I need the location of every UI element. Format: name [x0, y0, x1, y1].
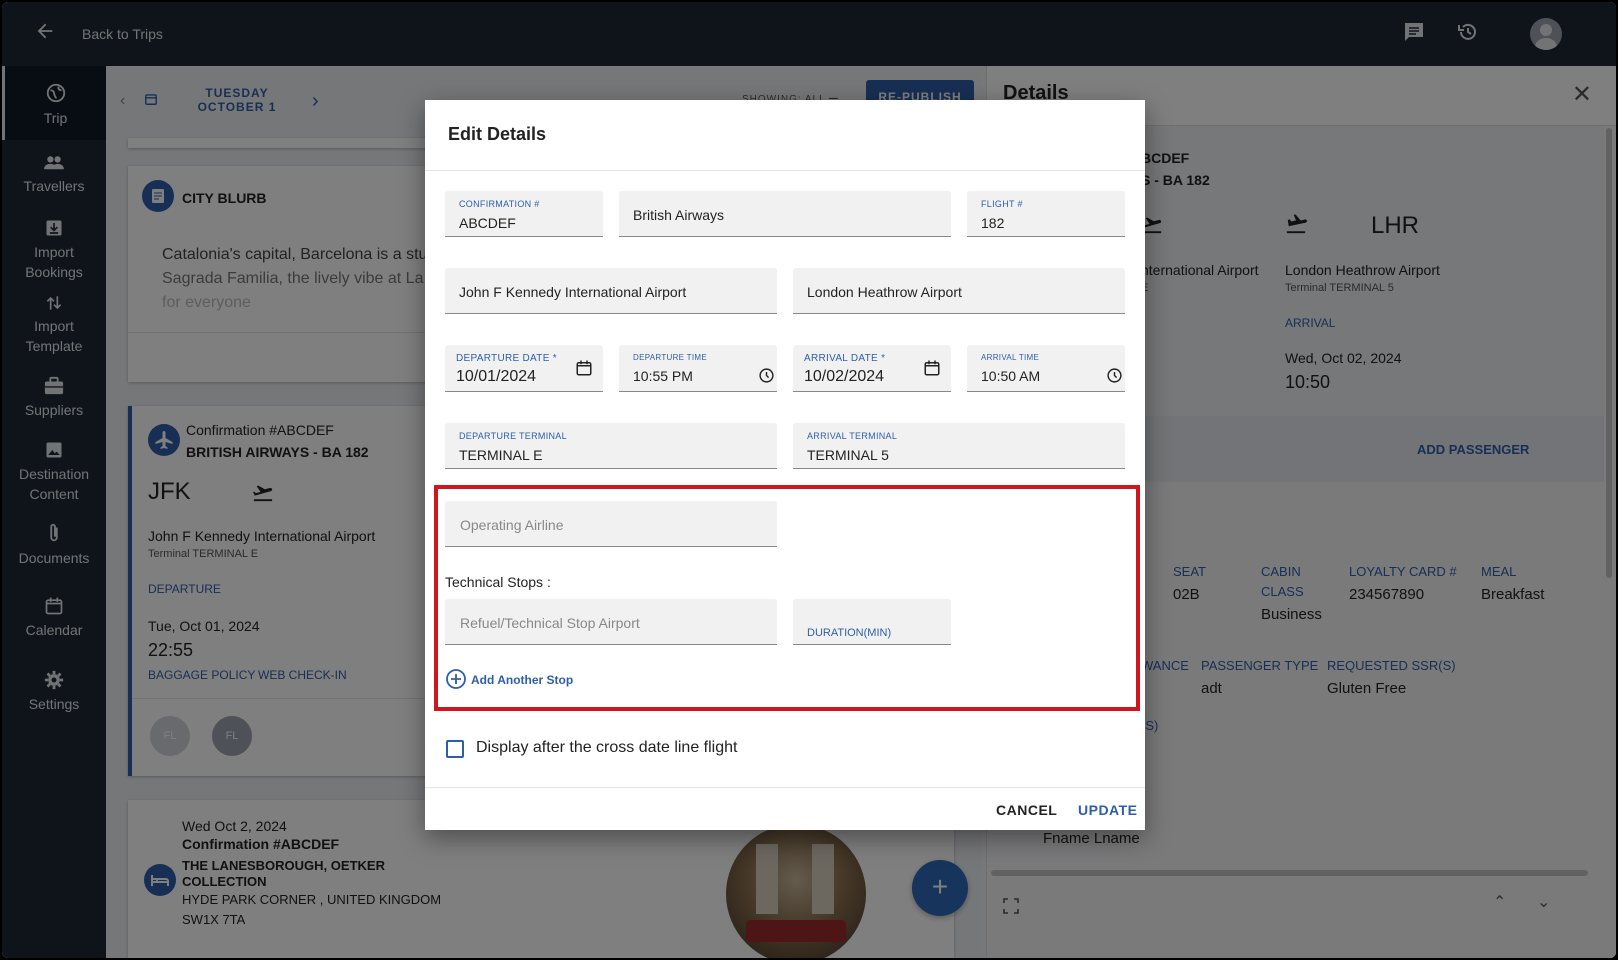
- departure-terminal-field[interactable]: DEPARTURE TERMINAL TERMINAL E: [445, 423, 777, 469]
- field-placeholder: Operating Airline: [460, 517, 564, 533]
- cross-date-line-label[interactable]: Display after the cross date line flight: [476, 739, 737, 757]
- field-placeholder: Refuel/Technical Stop Airport: [460, 615, 640, 631]
- field-label: DEPARTURE TERMINAL: [459, 431, 567, 441]
- field-label: ARRIVAL TIME: [981, 353, 1040, 362]
- field-value: 10:50 AM: [981, 368, 1041, 384]
- divider: [425, 170, 1145, 171]
- clock-icon[interactable]: [1106, 367, 1123, 384]
- arrival-time-field[interactable]: ARRIVAL TIME 10:50 AM: [967, 345, 1125, 392]
- update-button[interactable]: UPDATE: [1078, 802, 1138, 818]
- departure-time-field[interactable]: DEPARTURE TIME 10:55 PM: [619, 345, 777, 392]
- arrival-terminal-field[interactable]: ARRIVAL TERMINAL TERMINAL 5: [793, 423, 1125, 469]
- arrival-airport-field[interactable]: London Heathrow Airport: [793, 268, 1125, 314]
- technical-stops-label: Technical Stops :: [445, 574, 551, 590]
- field-value: TERMINAL E: [459, 447, 543, 463]
- field-value: British Airways: [633, 207, 725, 223]
- cancel-button[interactable]: CANCEL: [996, 802, 1057, 818]
- stop-airport-field[interactable]: Refuel/Technical Stop Airport: [445, 599, 777, 645]
- field-label: FLIGHT #: [981, 199, 1023, 209]
- arrival-date-field[interactable]: ARRIVAL DATE * 10/02/2024: [793, 345, 951, 392]
- stop-duration-field[interactable]: DURATION(MIN): [793, 599, 951, 645]
- field-value: London Heathrow Airport: [807, 284, 962, 300]
- dialog-title: Edit Details: [448, 124, 547, 144]
- operating-airline-field[interactable]: Operating Airline: [445, 501, 777, 547]
- field-value: 10/02/2024: [804, 368, 885, 385]
- calendar-icon[interactable]: [923, 359, 941, 377]
- clock-icon[interactable]: [758, 367, 775, 384]
- flight-number-field[interactable]: FLIGHT # 182: [967, 191, 1125, 237]
- field-label: ARRIVAL TERMINAL: [807, 431, 898, 441]
- field-value: ABCDEF: [459, 215, 516, 231]
- field-value: John F Kennedy International Airport: [459, 284, 687, 300]
- divider: [425, 787, 1145, 788]
- field-value: 10:55 PM: [633, 368, 693, 384]
- add-another-stop-button[interactable]: Add Another Stop: [445, 668, 573, 690]
- confirmation-field[interactable]: CONFIRMATION # ABCDEF: [445, 191, 603, 237]
- field-value: 182: [981, 215, 1005, 231]
- airline-field[interactable]: British Airways: [619, 191, 951, 237]
- add-stop-label: Add Another Stop: [471, 673, 574, 687]
- field-label: DEPARTURE DATE *: [456, 353, 557, 364]
- app-window: Back to Trips Trip Travellers Import Boo…: [2, 2, 1616, 958]
- departure-airport-field[interactable]: John F Kennedy International Airport: [445, 268, 777, 314]
- field-value: TERMINAL 5: [807, 447, 889, 463]
- cross-date-line-checkbox[interactable]: [446, 740, 464, 758]
- field-label: DURATION(MIN): [807, 627, 892, 639]
- field-label: CONFIRMATION #: [459, 199, 540, 209]
- field-label: ARRIVAL DATE *: [804, 353, 886, 364]
- departure-date-field[interactable]: DEPARTURE DATE * 10/01/2024: [445, 345, 603, 392]
- calendar-icon[interactable]: [575, 359, 593, 377]
- field-value: 10/01/2024: [456, 368, 537, 385]
- add-circle-icon: [446, 669, 466, 689]
- field-label: DEPARTURE TIME: [633, 353, 707, 362]
